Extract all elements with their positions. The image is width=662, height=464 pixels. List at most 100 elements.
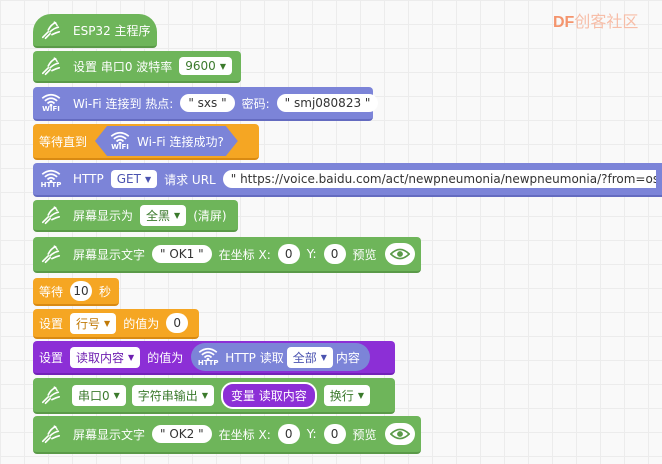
set-label: 设置	[39, 350, 64, 365]
set-label: 设置	[39, 316, 64, 331]
http-method-dropdown[interactable]: GET ▼	[110, 170, 158, 188]
screen-text-block-2[interactable]: 屏幕显示文字 " OK2 " 在坐标 X: 0 Y: 0 预览	[33, 416, 421, 454]
http-icon: HTTP	[197, 347, 219, 367]
row-variable-dropdown[interactable]: 行号 ▼	[70, 312, 117, 334]
chevron-down-icon: ▼	[128, 352, 135, 362]
wifi-connect-block[interactable]: WIFI Wi-Fi 连接到 热点: " sxs " 密码: " smj0808…	[33, 87, 379, 121]
password-input[interactable]: " smj080823 "	[276, 94, 379, 112]
esp32-hand-icon	[33, 237, 69, 271]
screen-fill-value: 全黑	[146, 208, 171, 223]
brand-watermark: DF创客社区	[553, 8, 638, 32]
newline-value: 换行	[329, 388, 354, 403]
http-label: HTTP	[73, 172, 104, 186]
chevron-down-icon: ▼	[113, 390, 120, 400]
wait-until-label: 等待直到	[39, 134, 88, 149]
wifi-connected-condition[interactable]: WIFI Wi-Fi 连接成功?	[95, 126, 238, 156]
wifi-icon-caption: WIFI	[42, 105, 60, 113]
wifi-connect-label: Wi-Fi 连接到 热点:	[73, 96, 174, 111]
screen-fill-block[interactable]: 屏幕显示为 全黑 ▼ (清屏)	[33, 200, 238, 232]
serial-baud-label: 设置 串口0 波特率	[73, 59, 173, 74]
esp32-hand-icon	[33, 14, 69, 46]
coord-x-input[interactable]: 0	[277, 424, 300, 444]
coord-x-input[interactable]: 0	[277, 244, 300, 264]
preview-eye-icon[interactable]	[384, 423, 415, 445]
chevron-down-icon: ▼	[357, 390, 364, 400]
screen-text-label: 屏幕显示文字	[73, 247, 146, 262]
screen-text-value: OK1	[169, 247, 195, 261]
screen-fill-dropdown[interactable]: 全黑 ▼	[140, 204, 187, 226]
chevron-down-icon: ▼	[104, 318, 111, 328]
baud-rate-value: 9600	[185, 59, 216, 73]
esp32-hand-icon	[33, 200, 69, 230]
brand-logo: DF	[553, 14, 575, 31]
value-label: 的值为	[147, 350, 184, 365]
seconds-unit-label: 秒	[99, 284, 112, 299]
coord-x-label: 在坐标 X:	[218, 247, 271, 262]
request-url-label: 请求 URL	[164, 172, 216, 187]
preview-label: 预览	[352, 247, 377, 262]
read-scope-value: 全部	[292, 350, 317, 365]
http-read-label: HTTP 读取	[225, 350, 284, 365]
esp32-main-program-block[interactable]: ESP32 主程序	[33, 14, 157, 48]
value-label: 的值为	[123, 316, 160, 331]
chevron-down-icon: ▼	[201, 390, 208, 400]
baud-rate-dropdown[interactable]: 9600 ▼	[179, 57, 232, 75]
wifi-icon: WIFI	[33, 87, 69, 119]
http-icon: HTTP	[33, 163, 69, 195]
password-value: smj080823	[294, 96, 362, 110]
wait-seconds-input[interactable]: 10	[70, 281, 93, 301]
screen-text-label: 屏幕显示文字	[73, 427, 146, 442]
read-scope-dropdown[interactable]: 全部 ▼	[286, 346, 333, 368]
read-variable-dropdown[interactable]: 读取内容 ▼	[70, 346, 141, 368]
esp32-hand-icon	[33, 51, 69, 81]
wait-seconds-block[interactable]: 等待 10 秒	[33, 278, 119, 306]
http-read-reporter[interactable]: HTTP HTTP 读取 全部 ▼ 内容	[191, 343, 370, 371]
read-content-variable[interactable]: 变量 读取内容	[220, 381, 317, 409]
preview-label: 预览	[352, 427, 377, 442]
serial-port-value: 串口0	[78, 388, 110, 403]
chevron-down-icon: ▼	[144, 174, 152, 184]
chevron-down-icon: ▼	[320, 352, 327, 362]
wifi-condition-label: Wi-Fi 连接成功?	[137, 134, 224, 149]
serial-baud-block[interactable]: 设置 串口0 波特率 9600 ▼	[33, 51, 241, 83]
content-label: 内容	[335, 350, 360, 365]
http-request-block[interactable]: HTTP HTTP GET ▼ 请求 URL " https://voice.ba…	[33, 163, 662, 197]
wifi-icon-caption: WIFI	[111, 143, 129, 151]
brand-site-name: 创客社区	[574, 14, 639, 31]
password-label: 密码:	[241, 96, 270, 111]
coord-y-label: Y:	[306, 247, 317, 261]
wait-until-block[interactable]: 等待直到 WIFI Wi-Fi 连接成功?	[33, 124, 259, 160]
screen-text-block-1[interactable]: 屏幕显示文字 " OK1 " 在坐标 X: 0 Y: 0 预览	[33, 237, 421, 273]
main-program-label: ESP32 主程序	[73, 23, 151, 38]
set-read-content-block[interactable]: 设置 读取内容 ▼ 的值为 HTTP HTTP 读取 全部 ▼ 内容	[33, 341, 395, 375]
wait-label: 等待	[39, 284, 64, 299]
coord-y-input[interactable]: 0	[323, 244, 346, 264]
preview-eye-icon[interactable]	[384, 243, 415, 265]
serial-port-dropdown[interactable]: 串口0 ▼	[72, 384, 126, 406]
row-variable-value: 行号	[76, 316, 101, 331]
ssid-input[interactable]: " sxs "	[180, 94, 235, 112]
screen-text-input[interactable]: " OK2 "	[152, 425, 212, 443]
http-icon-caption: HTTP	[197, 359, 219, 367]
esp32-hand-icon	[33, 378, 69, 412]
row-value-input[interactable]: 0	[166, 313, 189, 333]
url-input[interactable]: " https://voice.baidu.com/act/newpneumon…	[222, 170, 656, 188]
coord-y-label: Y:	[306, 427, 317, 441]
esp32-hand-icon	[33, 416, 69, 452]
coord-x-label: 在坐标 X:	[218, 427, 271, 442]
wifi-icon: WIFI	[109, 131, 131, 151]
output-mode-value: 字符串输出	[137, 388, 198, 403]
http-method-value: GET	[116, 172, 141, 186]
newline-dropdown[interactable]: 换行 ▼	[323, 384, 370, 406]
serial-output-block[interactable]: 串口0 ▼ 字符串输出 ▼ 变量 读取内容 换行 ▼	[33, 378, 395, 414]
chevron-down-icon: ▼	[219, 61, 226, 71]
read-variable-value: 读取内容	[76, 350, 125, 365]
screen-fill-label: 屏幕显示为	[73, 208, 134, 223]
chevron-down-icon: ▼	[174, 210, 181, 220]
screen-fill-suffix: (清屏)	[193, 208, 227, 223]
http-icon-caption: HTTP	[40, 181, 62, 189]
coord-y-input[interactable]: 0	[323, 424, 346, 444]
screen-text-input[interactable]: " OK1 "	[152, 245, 212, 263]
set-row-block[interactable]: 设置 行号 ▼ 的值为 0	[33, 309, 199, 339]
output-mode-dropdown[interactable]: 字符串输出 ▼	[131, 384, 214, 406]
